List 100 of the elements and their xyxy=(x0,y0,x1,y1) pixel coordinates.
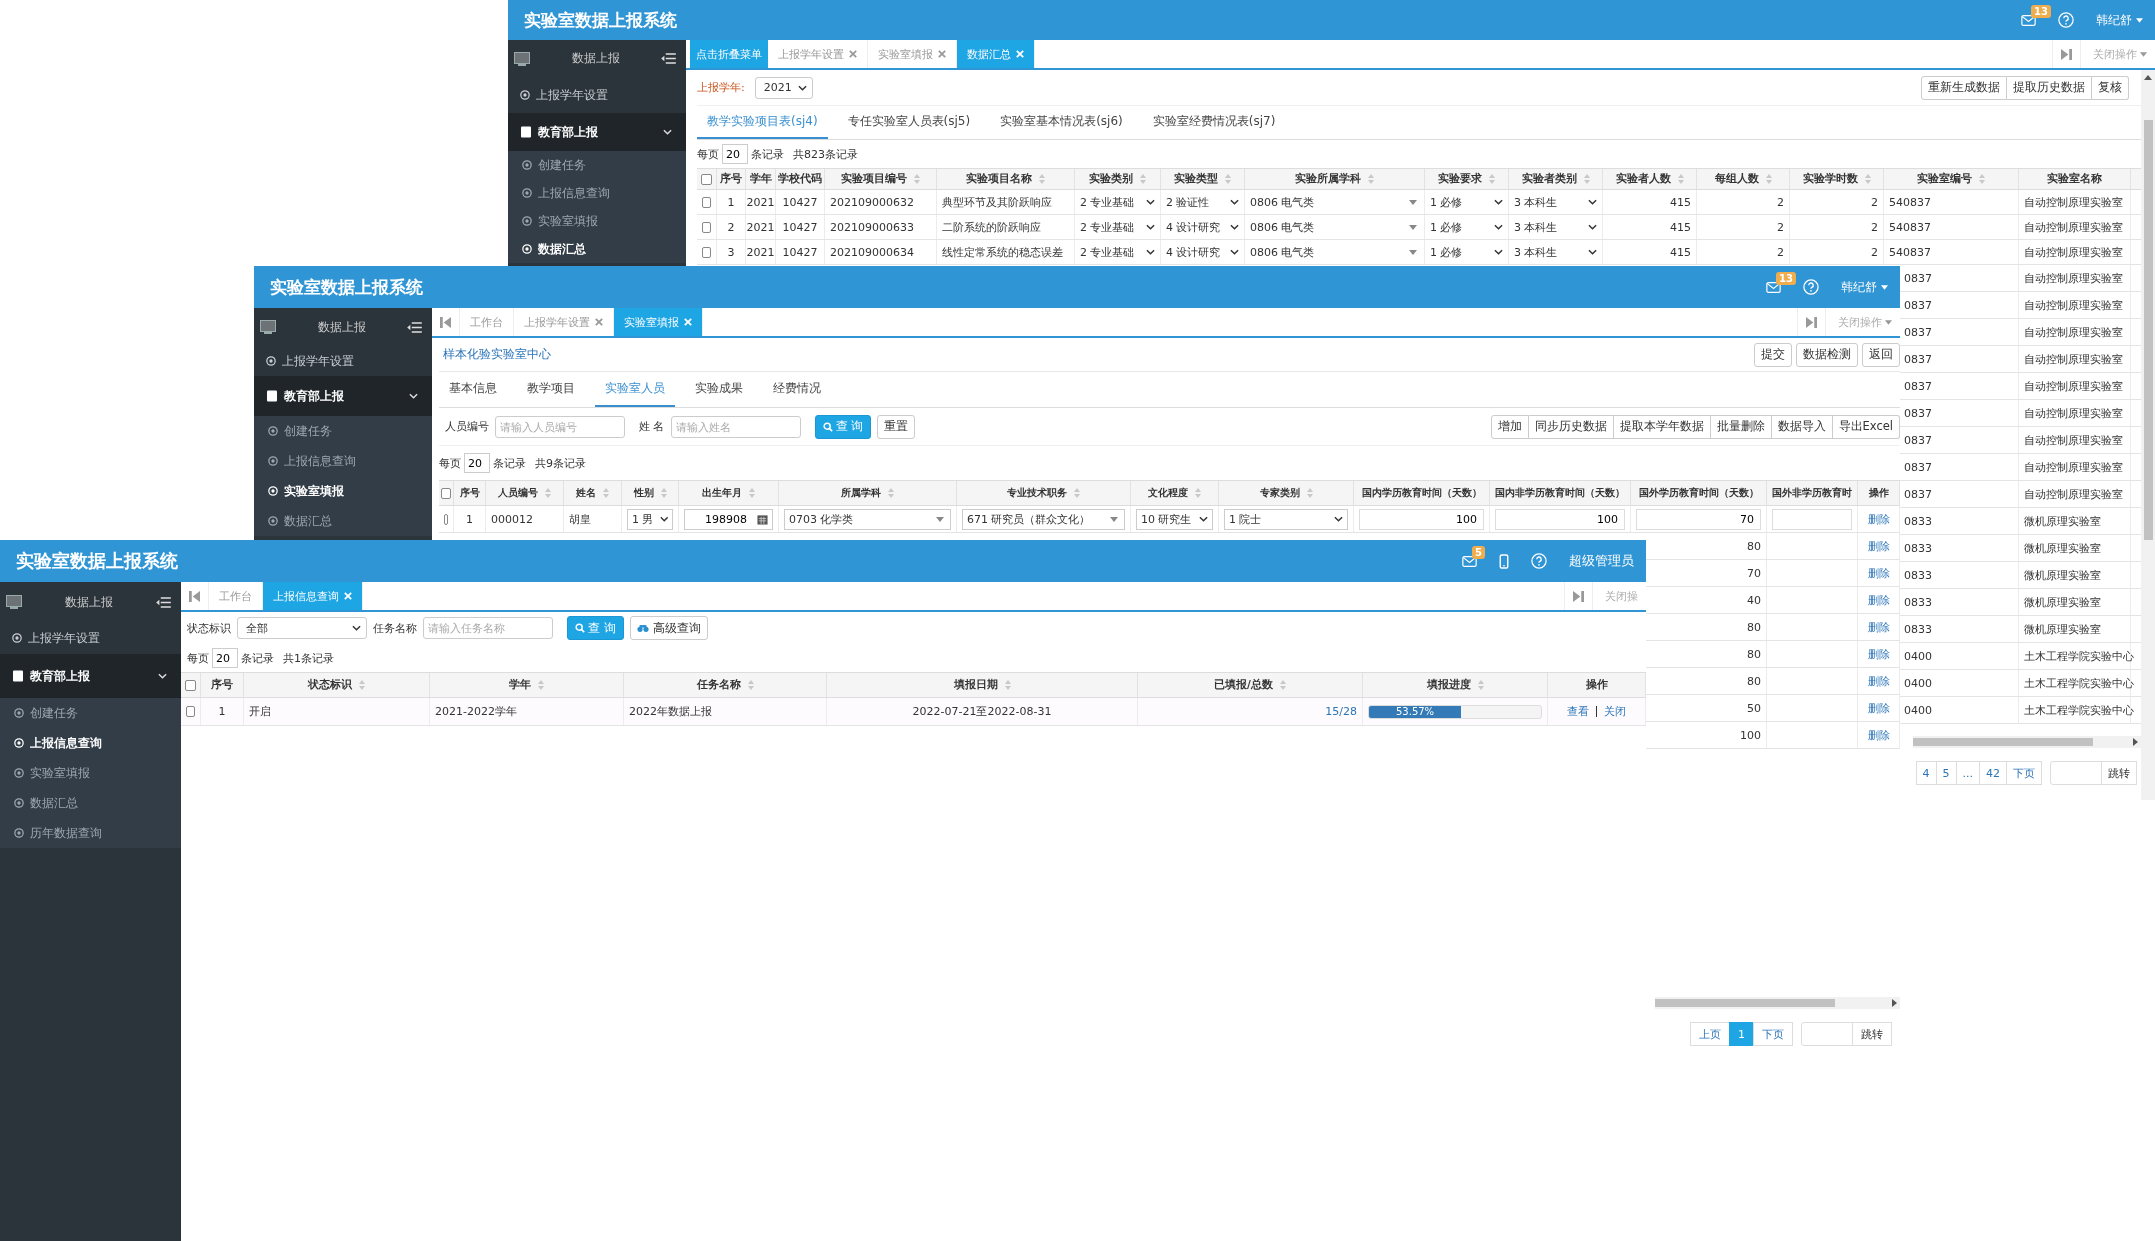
dropdown[interactable]: 2 验证性 xyxy=(1166,194,1239,210)
dropdown[interactable]: 0703 化学类 xyxy=(784,508,951,530)
input-field[interactable]: 100 xyxy=(1359,508,1484,530)
column-header[interactable]: 实验类别 xyxy=(1075,169,1161,189)
input-field[interactable]: 100 xyxy=(1495,508,1625,530)
dropdown[interactable]: 4 设计研究 xyxy=(1166,219,1239,235)
page-button[interactable]: 42 xyxy=(1979,761,2007,785)
input-field[interactable]: 请输入任务名称 xyxy=(423,617,553,639)
column-header[interactable]: 专家类别 xyxy=(1219,481,1354,505)
checkbox[interactable] xyxy=(702,196,711,208)
page-button[interactable]: 4 xyxy=(1915,761,1937,785)
year-select[interactable]: 2021 xyxy=(754,76,813,99)
submenu-item[interactable]: 创建任务 xyxy=(0,698,181,728)
dropdown[interactable]: 1 男 xyxy=(627,508,673,530)
help-icon[interactable] xyxy=(1803,279,1819,295)
submenu-item[interactable]: 上报信息查询 xyxy=(508,179,686,207)
scroll-left-icon[interactable] xyxy=(189,590,200,602)
sub-tab[interactable]: 教学项目 xyxy=(517,372,585,407)
sub-tab[interactable]: 专任实验室人员表(sj5) xyxy=(837,106,981,139)
checkbox[interactable] xyxy=(702,221,711,233)
sidebar-group[interactable]: 教育部上报 xyxy=(508,113,686,151)
table-action-button[interactable]: 数据导入 xyxy=(1771,414,1833,439)
page-size-field[interactable]: 20 xyxy=(464,453,490,473)
calendar-icon[interactable] xyxy=(757,513,768,525)
help-icon[interactable] xyxy=(2058,12,2074,28)
dropdown[interactable]: 1 必修 xyxy=(1430,244,1503,260)
horizontal-scrollbar[interactable] xyxy=(1913,736,2141,748)
action-button[interactable]: 提取历史数据 xyxy=(2007,75,2092,100)
horizontal-scrollbar[interactable] xyxy=(1655,997,1900,1009)
sub-tab[interactable]: 实验室基本情况表(sj6) xyxy=(990,106,1133,139)
column-header[interactable]: 实验要求 xyxy=(1425,169,1509,189)
column-header[interactable]: 人员编号 xyxy=(486,481,564,505)
page-number-field[interactable] xyxy=(1801,1022,1853,1046)
column-header[interactable]: 文化程度 xyxy=(1131,481,1219,505)
submenu-item[interactable]: 实验室填报 xyxy=(0,758,181,788)
scroll-right-icon[interactable] xyxy=(1892,999,1897,1007)
submenu-item[interactable]: 数据汇总 xyxy=(508,235,686,263)
column-header[interactable]: 专业技术职务 xyxy=(957,481,1131,505)
dropdown[interactable]: 3 本科生 xyxy=(1514,194,1597,210)
collapse-menu-icon[interactable] xyxy=(407,321,422,333)
dropdown[interactable]: 671 研究员（群众文化） xyxy=(962,508,1125,530)
dropdown[interactable]: 0806 电气类 xyxy=(1250,219,1419,235)
column-header[interactable]: 学年 xyxy=(430,673,624,697)
column-header[interactable]: 填报日期 xyxy=(827,673,1138,697)
input-field[interactable]: 请输入人员编号 xyxy=(495,415,625,438)
table-action-button[interactable]: 增加 xyxy=(1490,414,1529,439)
mail-icon[interactable] xyxy=(2021,14,2036,26)
sidebar-group[interactable]: 教育部上报 xyxy=(0,654,181,698)
column-header[interactable]: 实验室编号 xyxy=(1884,169,2019,189)
previous-page-button[interactable]: 上页 xyxy=(1690,1022,1730,1046)
input-field[interactable] xyxy=(1772,508,1852,530)
delete-link[interactable]: 删除 xyxy=(1867,538,1890,554)
column-header[interactable]: 实验类型 xyxy=(1161,169,1245,189)
sub-tab[interactable]: 经费情况 xyxy=(763,372,831,407)
dropdown[interactable]: 1 必修 xyxy=(1430,194,1503,210)
count-link[interactable]: 15/28 xyxy=(1325,705,1357,718)
dropdown[interactable]: 0806 电气类 xyxy=(1250,244,1419,260)
delete-link[interactable]: 删除 xyxy=(1867,565,1890,581)
column-header[interactable]: 已填报/总数 xyxy=(1138,673,1363,697)
dropdown[interactable]: 3 本科生 xyxy=(1514,219,1597,235)
dropdown[interactable]: 1 必修 xyxy=(1430,219,1503,235)
table-action-button[interactable]: 批量删除 xyxy=(1710,414,1772,439)
column-header[interactable]: 性别 xyxy=(622,481,679,505)
column-header[interactable]: 状态标识 xyxy=(244,673,430,697)
checkbox[interactable] xyxy=(185,679,196,691)
checkbox[interactable] xyxy=(186,706,195,717)
row-action-link[interactable]: 关闭 xyxy=(1604,704,1626,719)
close-icon[interactable] xyxy=(849,50,857,58)
sidebar-group[interactable]: 教育部上报 xyxy=(254,376,432,416)
sub-tab[interactable]: 教学实验项目表(sj4) xyxy=(697,106,828,139)
checkbox[interactable] xyxy=(702,246,711,258)
next-page-button[interactable]: 下页 xyxy=(2006,761,2042,785)
delete-link[interactable]: 删除 xyxy=(1867,700,1890,716)
delete-link[interactable]: 删除 xyxy=(1867,619,1890,635)
sidebar-item[interactable]: 上报学年设置 xyxy=(0,622,181,654)
column-header[interactable]: 所属学科 xyxy=(779,481,957,505)
submenu-item[interactable]: 上报信息查询 xyxy=(0,728,181,758)
dropdown[interactable]: 2 专业基础 xyxy=(1080,194,1155,210)
action-button[interactable]: 数据检测 xyxy=(1796,342,1858,367)
scroll-right-icon[interactable] xyxy=(2061,48,2072,60)
column-header[interactable]: 姓名 xyxy=(564,481,622,505)
scroll-right-icon[interactable] xyxy=(1806,316,1817,328)
submenu-item[interactable]: 上报信息查询 xyxy=(254,446,432,476)
checkbox[interactable] xyxy=(701,173,712,185)
dropdown[interactable]: 2 专业基础 xyxy=(1080,244,1155,260)
page-size-field[interactable]: 20 xyxy=(722,144,748,164)
sub-tab[interactable]: 实验室经费情况表(sj7) xyxy=(1142,106,1286,139)
column-header[interactable]: 任务名称 xyxy=(624,673,827,697)
sub-tab[interactable]: 实验室人员 xyxy=(595,372,675,407)
column-header[interactable]: 填报进度 xyxy=(1363,673,1548,697)
jump-button[interactable]: 跳转 xyxy=(2101,761,2137,785)
column-header[interactable]: 实验项目编号 xyxy=(825,169,937,189)
column-header[interactable]: 出生年月 xyxy=(679,481,779,505)
sub-tab[interactable]: 实验成果 xyxy=(685,372,753,407)
table-action-button[interactable]: 同步历史数据 xyxy=(1528,414,1614,439)
checkbox[interactable] xyxy=(444,513,448,525)
column-header[interactable]: 每组人数 xyxy=(1697,169,1790,189)
mail-icon[interactable] xyxy=(1766,281,1781,293)
sidebar-item[interactable]: 上报学年设置 xyxy=(254,346,432,376)
row-action-link[interactable]: 查看 xyxy=(1567,704,1589,719)
